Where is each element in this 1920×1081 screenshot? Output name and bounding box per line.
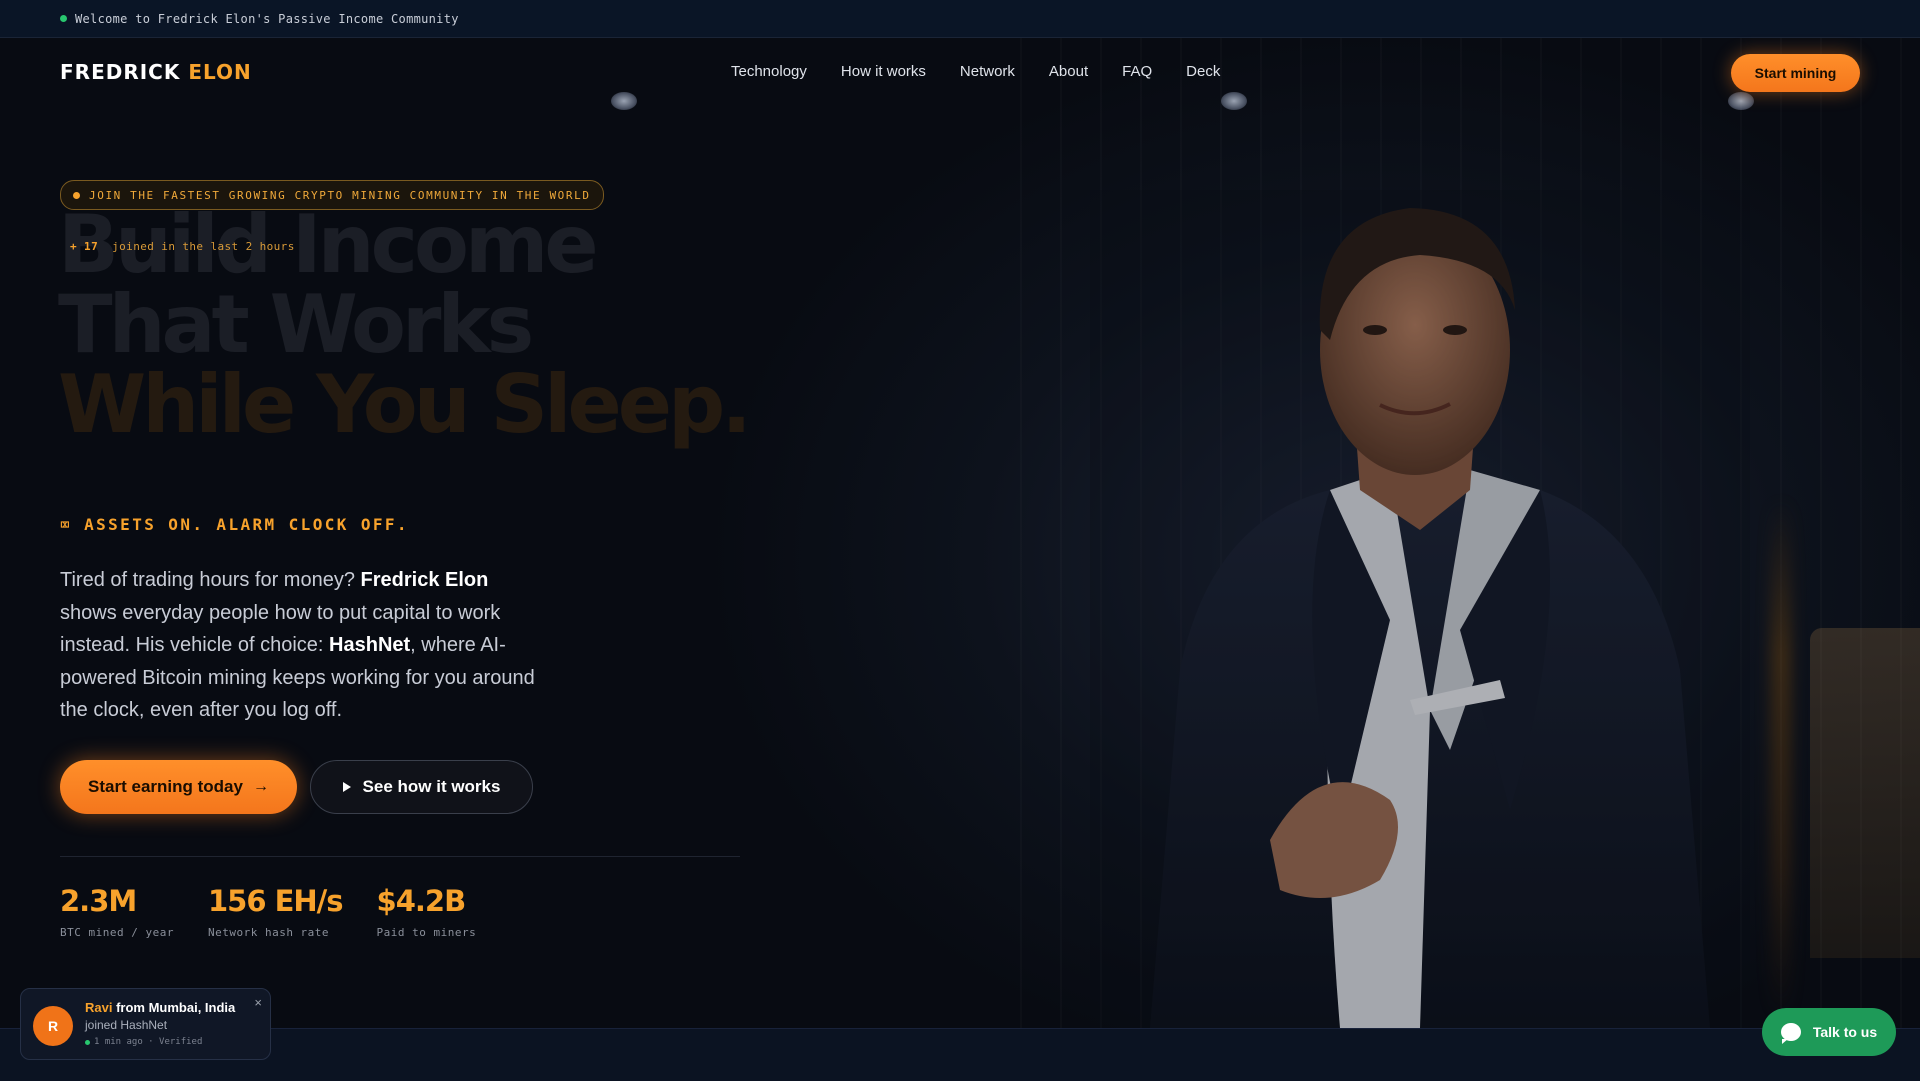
headline-line-3: While You Sleep.	[58, 358, 752, 451]
hero-description: Tired of trading hours for money? Fredri…	[60, 564, 540, 727]
site-logo[interactable]: FREDRICK ELON	[60, 60, 252, 84]
stat-btc-mined: 2.3M BTC mined / year	[60, 884, 174, 939]
chat-bubble-icon	[1780, 1023, 1801, 1044]
toast-meta: 1 min ago · Verified	[85, 1037, 202, 1047]
background-glow	[1772, 498, 1790, 1018]
pill-dot-icon	[73, 191, 80, 199]
talk-to-us-label: Talk to us	[1812, 1024, 1878, 1040]
main-nav: Technology How it works Network About FA…	[731, 63, 1220, 80]
close-icon[interactable]: ×	[254, 995, 262, 1010]
toast-user-name: Ravi	[85, 1000, 113, 1015]
recent-joins: + 17 joined in the last 2 hours	[70, 240, 295, 253]
avatar: R	[33, 1006, 73, 1046]
start-earning-button[interactable]: Start earning today →	[60, 760, 297, 814]
stat-value: 2.3M	[60, 884, 137, 918]
hero-portrait	[1090, 190, 1750, 1028]
stat-label: BTC mined / year	[60, 926, 174, 939]
nav-link-how-it-works[interactable]: How it works	[841, 63, 926, 80]
stats-divider	[60, 856, 740, 857]
pill-text: JOIN THE FASTEST GROWING CRYPTO MINING C…	[89, 188, 591, 202]
recent-joins-count: + 17	[70, 240, 99, 253]
hero-tagline: ⌧ ASSETS ON. ALARM CLOCK OFF.	[60, 515, 409, 534]
join-notification-toast: R Ravi from Mumbai, India joined HashNet…	[20, 988, 271, 1060]
desc-part: Tired of trading hours for money?	[60, 569, 361, 591]
verified-dot-icon	[85, 1039, 90, 1045]
stats-row: 2.3M BTC mined / year 156 EH/s Network h…	[60, 884, 476, 939]
nav-link-deck[interactable]: Deck	[1186, 63, 1220, 80]
headline-line-2: That Works	[58, 278, 534, 371]
toast-action: joined HashNet	[85, 1018, 168, 1032]
background-panel	[1810, 628, 1920, 958]
community-pill: JOIN THE FASTEST GROWING CRYPTO MINING C…	[60, 180, 604, 210]
see-how-label: See how it works	[362, 777, 501, 796]
arrow-right-icon: →	[252, 778, 269, 795]
desc-name: Fredrick Elon	[360, 569, 489, 591]
toast-meta-text: 1 min ago · Verified	[94, 1037, 203, 1047]
stat-value: 156 EH/s	[207, 884, 344, 918]
stat-label: Network hash rate	[207, 926, 330, 939]
toast-title: Ravi from Mumbai, India	[85, 1000, 235, 1015]
desc-brand: HashNet	[329, 634, 411, 656]
nav-link-technology[interactable]: Technology	[731, 63, 807, 80]
status-dot-icon	[60, 15, 67, 22]
stat-hash-rate: 156 EH/s Network hash rate	[207, 884, 344, 939]
logo-accent-text: ELON	[188, 60, 252, 84]
announcement-text: Welcome to Fredrick Elon's Passive Incom…	[75, 11, 459, 26]
recent-joins-text: joined in the last 2 hours	[112, 240, 295, 253]
logo-main-text: FREDRICK	[60, 60, 181, 84]
stat-label: Paid to miners	[376, 926, 477, 939]
next-section-band	[0, 1028, 1920, 1081]
nav-link-network[interactable]: Network	[960, 63, 1015, 80]
stat-value: $4.2B	[376, 884, 467, 918]
talk-to-us-button[interactable]: Talk to us	[1762, 1008, 1896, 1056]
nav-link-faq[interactable]: FAQ	[1122, 63, 1152, 80]
nav-link-about[interactable]: About	[1049, 63, 1088, 80]
see-how-it-works-button[interactable]: See how it works	[310, 760, 533, 814]
start-mining-button[interactable]: Start mining	[1731, 54, 1860, 92]
start-earning-label: Start earning today	[88, 777, 243, 796]
toast-location: from Mumbai, India	[112, 1000, 236, 1015]
stat-paid: $4.2B Paid to miners	[377, 884, 477, 939]
play-icon	[342, 782, 351, 792]
announcement-bar: Welcome to Fredrick Elon's Passive Incom…	[0, 0, 1920, 38]
